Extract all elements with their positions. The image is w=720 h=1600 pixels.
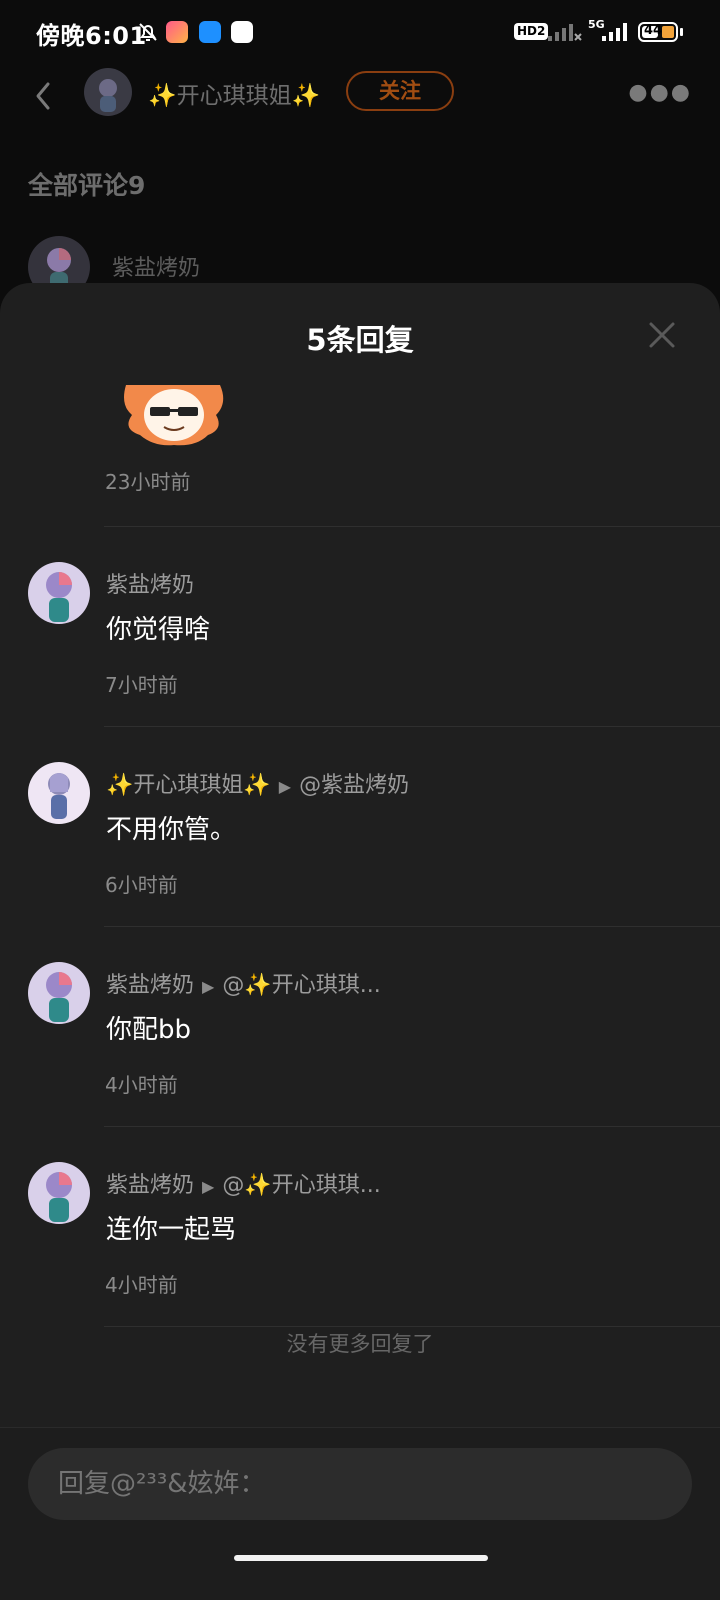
reply-item[interactable]: ✨开心琪琪姐✨ ▶ @紫盐烤奶 不用你管。 6小时前 <box>0 727 720 927</box>
back-icon[interactable] <box>30 78 58 114</box>
commenter-name[interactable]: 紫盐烤奶 <box>112 250 200 282</box>
close-icon[interactable] <box>648 321 676 349</box>
reply-author[interactable]: 紫盐烤奶 <box>106 567 194 599</box>
reply-target[interactable]: @紫盐烤奶 <box>299 773 409 798</box>
reply-arrow-icon: ▶ <box>202 1177 215 1196</box>
reply-author[interactable]: ✨开心琪琪姐✨ ▶ @紫盐烤奶 <box>106 767 409 799</box>
avatar[interactable] <box>28 562 90 624</box>
reply-arrow-icon: ▶ <box>202 977 215 996</box>
reply-input[interactable] <box>28 1448 692 1520</box>
avatar[interactable] <box>28 1162 90 1224</box>
reply-input-bar <box>0 1427 720 1600</box>
avatar[interactable] <box>28 962 90 1024</box>
replies-sheet: 5条回复 23小时前 紫盐烤奶 你觉得啥 7小时前 ✨开心琪琪姐✨ ▶ @紫盐烤… <box>0 283 720 1600</box>
avatar[interactable] <box>28 762 90 824</box>
author-name[interactable]: ✨开心琪琪姐✨ <box>148 76 320 110</box>
reply-text: 连你一起骂 <box>106 1215 237 1245</box>
reply-item[interactable]: 紫盐烤奶 ▶ @✨开心琪琪... 你配bb 4小时前 <box>0 927 720 1127</box>
reply-text: 不用你管。 <box>106 815 237 845</box>
reply-author[interactable]: 紫盐烤奶 ▶ @✨开心琪琪... <box>106 1167 381 1199</box>
reply-arrow-icon: ▶ <box>278 777 292 796</box>
signal-icon <box>548 24 582 41</box>
sheet-title: 5条回复 <box>306 323 414 357</box>
reply-author[interactable]: 紫盐烤奶 ▶ @✨开心琪琪... <box>106 967 381 999</box>
more-icon[interactable]: ●●● <box>628 80 692 105</box>
battery-level: 44 <box>644 23 663 38</box>
reply-item[interactable]: 紫盐烤奶 你觉得啥 7小时前 <box>0 527 720 727</box>
comments-title: 全部评论9 <box>28 171 146 200</box>
status-time: 傍晚6:01 <box>36 22 147 50</box>
reply-list[interactable]: 23小时前 紫盐烤奶 你觉得啥 7小时前 ✨开心琪琪姐✨ ▶ @紫盐烤奶 不用你… <box>0 363 720 1379</box>
reply-time: 7小时前 <box>105 673 178 697</box>
author-avatar[interactable] <box>84 68 132 116</box>
hd-badge: HD2 <box>514 23 549 40</box>
reply-time: 6小时前 <box>105 873 178 897</box>
reply-target[interactable]: @✨开心琪琪... <box>222 1173 380 1198</box>
status-bar: 傍晚6:01 HD2 5G 44 <box>0 0 720 64</box>
cloud-app-icon <box>231 21 253 43</box>
gallery-app-icon <box>166 21 188 43</box>
reply-time: 4小时前 <box>105 1273 178 1297</box>
reply-time: 23小时前 <box>105 470 191 494</box>
home-indicator[interactable] <box>234 1555 488 1561</box>
battery-icon: 44 <box>638 22 678 42</box>
no-more-replies: 没有更多回复了 <box>286 1332 434 1356</box>
bell-off-icon <box>139 23 157 41</box>
signal-icon <box>602 23 627 41</box>
reply-target[interactable]: @✨开心琪琪... <box>222 973 380 998</box>
background-page: ✨开心琪琪姐✨ 关注 ●●● 全部评论9 紫盐烤奶 <box>0 64 720 304</box>
reply-text: 你觉得啥 <box>106 615 211 645</box>
sticker-image <box>124 385 224 446</box>
reply-time: 4小时前 <box>105 1073 178 1097</box>
reply-text: 你配bb <box>106 1015 192 1045</box>
divider <box>104 1326 720 1327</box>
follow-button[interactable]: 关注 <box>346 71 454 111</box>
reply-item[interactable]: 紫盐烤奶 ▶ @✨开心琪琪... 连你一起骂 4小时前 <box>0 1127 720 1327</box>
message-app-icon <box>199 21 221 43</box>
